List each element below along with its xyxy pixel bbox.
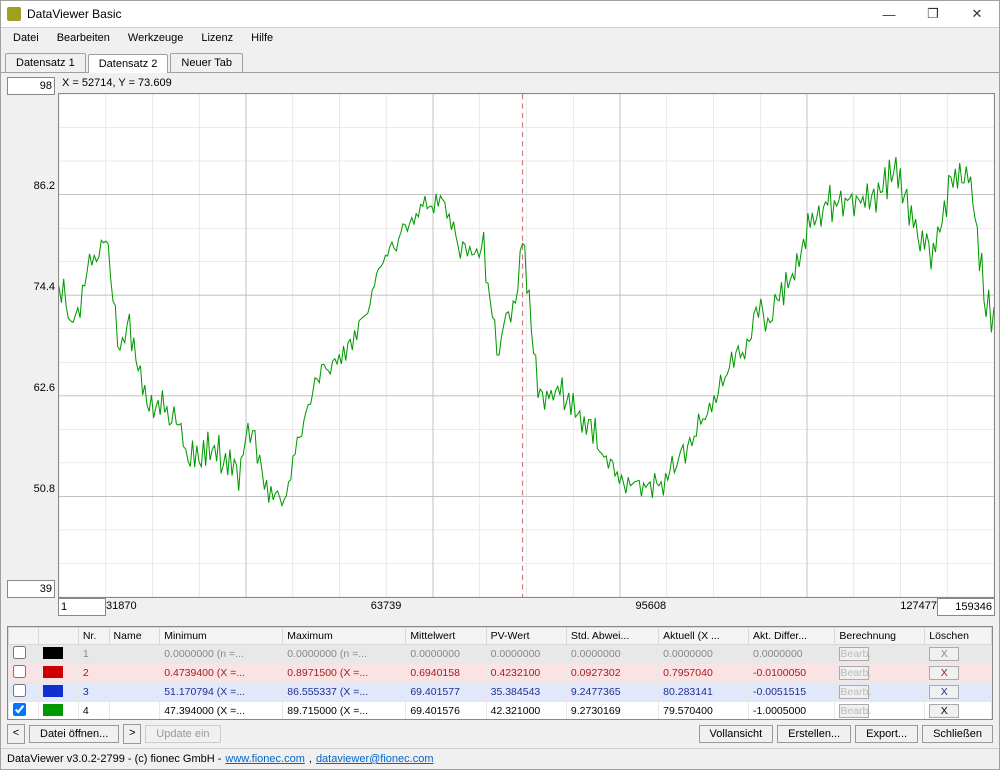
- maximize-button[interactable]: ❐: [911, 1, 955, 27]
- delete-button[interactable]: X: [929, 647, 959, 661]
- col-header[interactable]: [9, 628, 39, 645]
- y-tick: 50.8: [34, 483, 55, 495]
- minimize-button[interactable]: —: [867, 1, 911, 27]
- col-header[interactable]: Std. Abwei...: [566, 628, 658, 645]
- x-max-input[interactable]: [937, 598, 995, 616]
- x-tick: 95608: [636, 600, 667, 612]
- y-tick: 74.4: [34, 281, 55, 293]
- close-dialog-button[interactable]: Schließen: [922, 725, 993, 743]
- x-min-input[interactable]: [58, 598, 106, 616]
- color-swatch: [43, 647, 63, 659]
- tab-strip: Datensatz 1Datensatz 2Neuer Tab: [1, 48, 999, 73]
- color-swatch: [43, 704, 63, 716]
- app-icon: [7, 7, 21, 21]
- y-max-input[interactable]: [7, 77, 55, 95]
- coordinate-readout: X = 52714, Y = 73.609: [58, 77, 995, 93]
- y-tick: 86.2: [34, 180, 55, 192]
- col-header[interactable]: [39, 628, 79, 645]
- edit-button[interactable]: Bearb.: [839, 666, 869, 680]
- open-file-button[interactable]: Datei öffnen...: [29, 725, 119, 743]
- col-header[interactable]: Nr.: [78, 628, 109, 645]
- delete-button[interactable]: X: [929, 666, 959, 680]
- x-tick: 127477: [900, 600, 937, 612]
- next-button[interactable]: >: [123, 724, 141, 744]
- col-header[interactable]: Minimum: [160, 628, 283, 645]
- y-min-input[interactable]: [7, 580, 55, 598]
- menu-hilfe[interactable]: Hilfe: [243, 30, 281, 46]
- edit-button[interactable]: Bearb.: [839, 685, 869, 699]
- menu-datei[interactable]: Datei: [5, 30, 47, 46]
- tab-1[interactable]: Datensatz 2: [88, 54, 169, 73]
- status-bar: DataViewer v3.0.2-2799 - (c) fionec GmbH…: [1, 748, 999, 769]
- window-title: DataViewer Basic: [27, 7, 867, 21]
- tab-2[interactable]: Neuer Tab: [170, 53, 243, 72]
- export-button[interactable]: Export...: [855, 725, 918, 743]
- prev-button[interactable]: <: [7, 724, 25, 744]
- col-header[interactable]: Maximum: [283, 628, 406, 645]
- table-row: 10.0000000 (n =...0.0000000 (n =...0.000…: [9, 645, 992, 664]
- table-row: 447.394000 (X =...89.715000 (X =...69.40…: [9, 702, 992, 721]
- series-table: Nr.NameMinimumMaximumMittelwertPV-WertSt…: [7, 626, 993, 720]
- row-checkbox[interactable]: [13, 684, 26, 697]
- create-button[interactable]: Erstellen...: [777, 725, 851, 743]
- menu-lizenz[interactable]: Lizenz: [193, 30, 241, 46]
- col-header[interactable]: Akt. Differ...: [749, 628, 835, 645]
- delete-button[interactable]: X: [929, 704, 959, 718]
- y-tick: 62.6: [34, 382, 55, 394]
- col-header[interactable]: PV-Wert: [486, 628, 566, 645]
- menu-bearbeiten[interactable]: Bearbeiten: [49, 30, 118, 46]
- col-header[interactable]: Berechnung: [835, 628, 925, 645]
- tab-0[interactable]: Datensatz 1: [5, 53, 86, 72]
- menubar: DateiBearbeitenWerkzeugeLizenzHilfe: [1, 28, 999, 48]
- color-swatch: [43, 685, 63, 697]
- edit-button[interactable]: Bearb.: [839, 647, 869, 661]
- col-header[interactable]: Löschen: [925, 628, 992, 645]
- table-row: 20.4739400 (X =...0.8971500 (X =...0.694…: [9, 664, 992, 683]
- delete-button[interactable]: X: [929, 685, 959, 699]
- row-checkbox[interactable]: [13, 646, 26, 659]
- col-header[interactable]: Name: [109, 628, 160, 645]
- close-button[interactable]: ✕: [955, 1, 999, 27]
- x-tick: 31870: [106, 600, 137, 612]
- email-link[interactable]: dataviewer@fionec.com: [316, 753, 434, 765]
- edit-button[interactable]: Bearb.: [839, 704, 869, 718]
- col-header[interactable]: Aktuell (X ...: [659, 628, 749, 645]
- row-checkbox[interactable]: [13, 665, 26, 678]
- fullview-button[interactable]: Vollansicht: [699, 725, 774, 743]
- titlebar: DataViewer Basic — ❐ ✕: [1, 1, 999, 28]
- table-row: 351.170794 (X =...86.555337 (X =...69.40…: [9, 683, 992, 702]
- vendor-link[interactable]: www.fionec.com: [225, 753, 304, 765]
- color-swatch: [43, 666, 63, 678]
- menu-werkzeuge[interactable]: Werkzeuge: [120, 30, 191, 46]
- x-tick: 63739: [371, 600, 402, 612]
- row-checkbox[interactable]: [13, 703, 26, 716]
- plot-area[interactable]: [58, 93, 995, 598]
- update-button[interactable]: Update ein: [145, 725, 220, 743]
- col-header[interactable]: Mittelwert: [406, 628, 486, 645]
- status-text: DataViewer v3.0.2-2799 - (c) fionec GmbH…: [7, 753, 221, 765]
